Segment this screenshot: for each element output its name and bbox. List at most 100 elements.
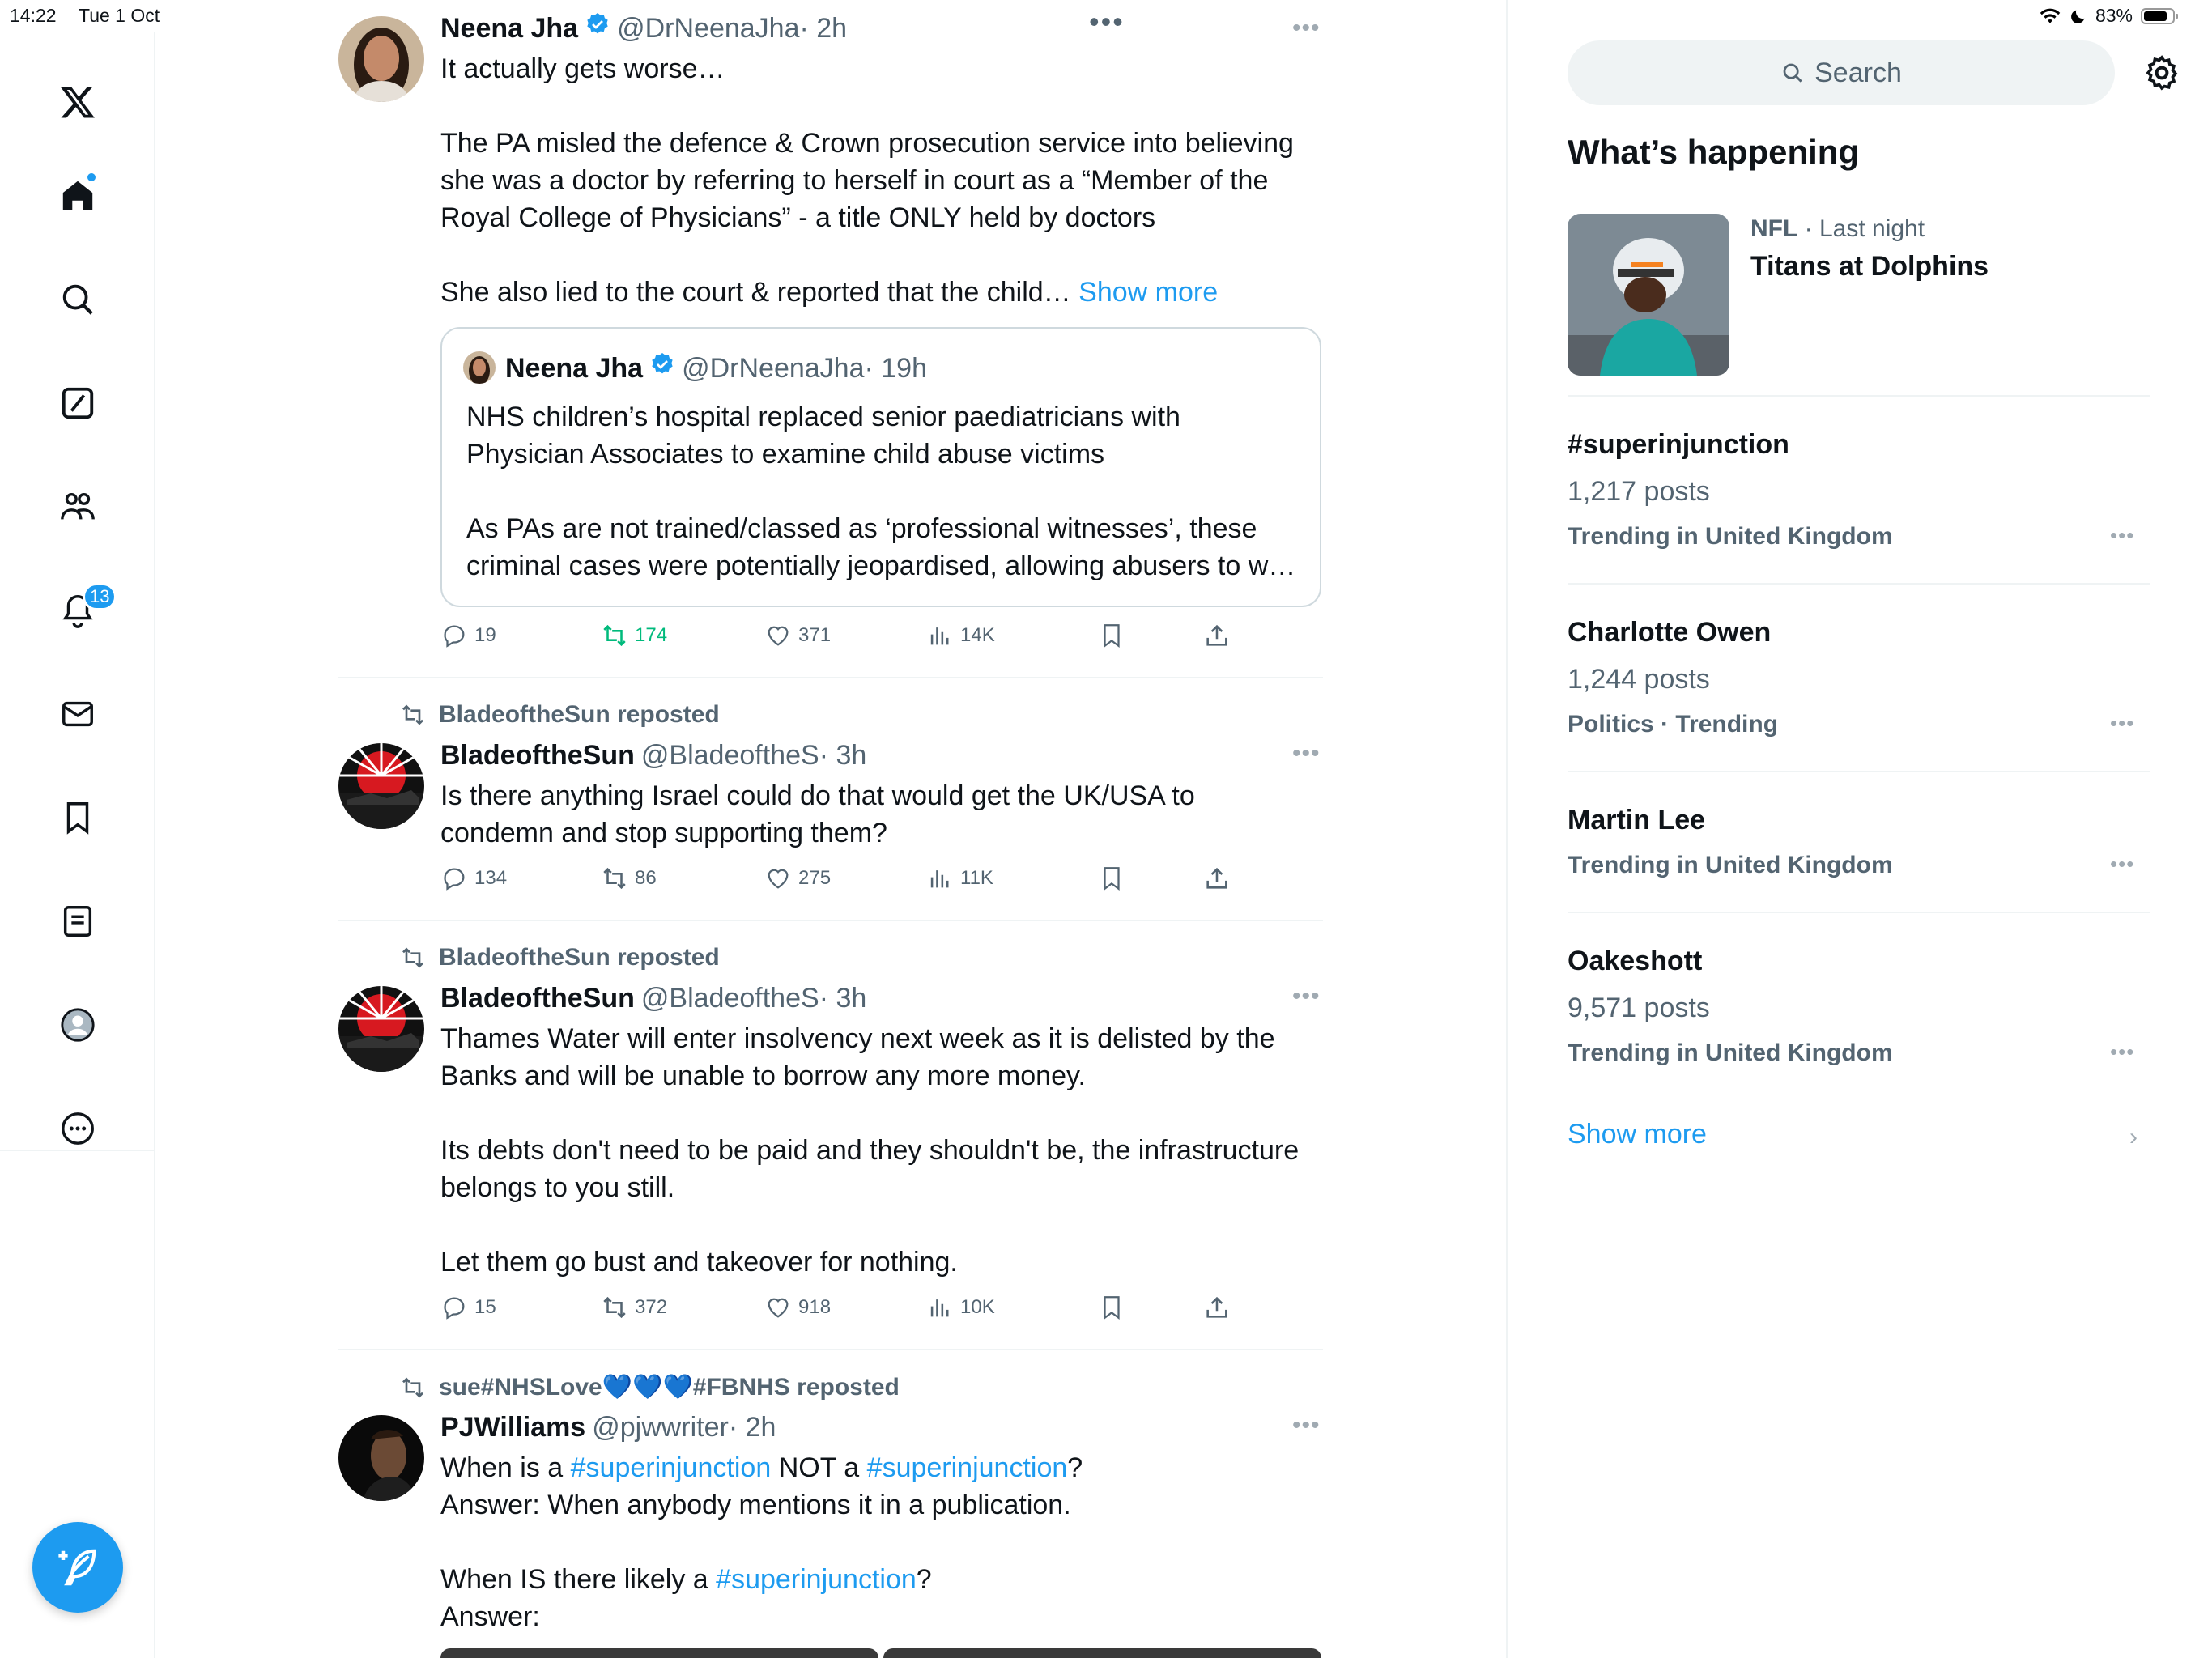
views-button[interactable]: 10K: [926, 1294, 995, 1321]
trend-context: Trending in United Kingdom: [1568, 523, 1893, 550]
tweet-time[interactable]: · 2h: [729, 1412, 776, 1443]
trend-more-icon[interactable]: •••: [2110, 852, 2134, 877]
avatar[interactable]: [338, 986, 424, 1072]
show-more-link[interactable]: Show more: [1078, 277, 1218, 308]
trend-context: Politics · Trending: [1568, 711, 1779, 738]
profile-avatar-icon[interactable]: [49, 996, 107, 1054]
author-name[interactable]: PJWilliams: [440, 1412, 585, 1443]
status-date: Tue 1 Oct: [79, 5, 160, 26]
trend-more-icon[interactable]: •••: [2110, 1039, 2134, 1065]
featured-when: · Last night: [1797, 215, 1925, 242]
like-button[interactable]: 371: [764, 622, 831, 649]
media-image[interactable]: [440, 1648, 878, 1658]
trend-title[interactable]: Oakeshott: [1568, 946, 1702, 977]
search-icon[interactable]: [49, 270, 107, 329]
view-count: 11K: [960, 867, 993, 889]
repost-context[interactable]: BladeoftheSun reposted: [400, 701, 720, 729]
repost-icon: [402, 704, 423, 725]
communities-icon[interactable]: [49, 478, 107, 536]
settings-gear-icon[interactable]: [2142, 53, 2181, 92]
repost-count: 86: [635, 867, 657, 889]
quoted-tweet[interactable]: Neena Jha @DrNeenaJha · 19h NHS children…: [440, 327, 1321, 607]
grok-icon[interactable]: [49, 374, 107, 432]
bookmark-button[interactable]: [1098, 865, 1125, 892]
avatar[interactable]: [338, 1415, 424, 1501]
tweet-media[interactable]: [440, 1648, 1321, 1658]
reply-button[interactable]: 15: [440, 1294, 496, 1321]
trend-divider: [1568, 583, 2150, 585]
featured-trend-image[interactable]: [1568, 214, 1729, 376]
show-more-link[interactable]: Show more: [1568, 1119, 1707, 1150]
bookmark-button[interactable]: [1098, 1294, 1125, 1321]
tweet-more-icon[interactable]: •••: [1292, 983, 1321, 1010]
share-button[interactable]: [1203, 1294, 1231, 1321]
trend-title[interactable]: Martin Lee: [1568, 805, 1705, 836]
media-image[interactable]: [883, 1648, 1321, 1658]
trend-post-count: 1,244 posts: [1568, 664, 1710, 695]
author-name[interactable]: BladeoftheSun: [440, 983, 635, 1014]
tweet-time[interactable]: · 3h: [819, 983, 867, 1014]
heart-icon: [768, 1298, 789, 1318]
bookmark-button[interactable]: [1098, 622, 1125, 649]
quote-text: NHS children’s hospital replaced senior …: [466, 402, 1296, 581]
chevron-right-icon[interactable]: ›: [2129, 1124, 2138, 1151]
reply-button[interactable]: 19: [440, 622, 496, 649]
views-icon: [930, 870, 949, 888]
tweet-time[interactable]: · 3h: [819, 740, 867, 772]
tweet-more-icon[interactable]: •••: [1292, 15, 1321, 42]
author-handle[interactable]: @BladeoftheS: [641, 740, 819, 772]
repost-icon: [603, 624, 626, 647]
search-input[interactable]: Search: [1568, 40, 2115, 105]
featured-trend-title[interactable]: Titans at Dolphins: [1750, 251, 1989, 283]
bookmark-icon: [1104, 624, 1120, 648]
text-segment: ?: [916, 1564, 932, 1595]
trend-more-icon[interactable]: •••: [2110, 523, 2134, 548]
bookmarks-icon[interactable]: [49, 789, 107, 847]
repost-button[interactable]: 174: [601, 622, 667, 649]
verified-badge-icon: [587, 13, 608, 34]
hashtag-link[interactable]: #superinjunction: [571, 1452, 772, 1483]
repost-count: 174: [635, 624, 668, 646]
like-button[interactable]: 275: [764, 865, 831, 892]
author-name[interactable]: Neena Jha: [440, 13, 578, 45]
like-count: 275: [798, 867, 832, 889]
tweet-more-icon[interactable]: •••: [1292, 740, 1321, 767]
views-icon: [930, 627, 949, 645]
like-button[interactable]: 918: [764, 1294, 831, 1321]
views-button[interactable]: 14K: [926, 622, 995, 649]
trend-more-icon[interactable]: •••: [2110, 711, 2134, 736]
avatar[interactable]: [338, 743, 424, 829]
avatar[interactable]: [338, 16, 424, 102]
tweet-actions: 134 86 275 11K: [440, 865, 1250, 897]
views-button[interactable]: 11K: [926, 865, 993, 892]
tweet-time[interactable]: · 2h: [800, 13, 848, 45]
repost-context[interactable]: sue#NHSLove💙💙💙#FBNHS reposted: [400, 1373, 900, 1401]
reposted-by: BladeoftheSun reposted: [439, 944, 720, 971]
x-logo-icon[interactable]: [49, 73, 107, 131]
notifications-badge: 13: [83, 583, 117, 610]
author-name[interactable]: BladeoftheSun: [440, 740, 635, 772]
messages-icon[interactable]: [49, 685, 107, 743]
repost-button[interactable]: 86: [601, 865, 657, 892]
home-icon[interactable]: [49, 167, 107, 225]
tweet-more-icon[interactable]: •••: [1292, 1412, 1321, 1439]
hashtag-link[interactable]: #superinjunction: [867, 1452, 1068, 1483]
share-button[interactable]: [1203, 622, 1231, 649]
text-segment: ?: [1067, 1452, 1083, 1483]
notifications-icon[interactable]: 13: [49, 581, 117, 640]
author-handle[interactable]: @DrNeenaJha: [617, 13, 799, 45]
repost-icon: [603, 867, 626, 890]
text-segment: NOT a: [771, 1452, 867, 1483]
trend-title[interactable]: #superinjunction: [1568, 429, 1789, 461]
author-handle[interactable]: @pjwwriter: [592, 1412, 729, 1443]
repost-context[interactable]: BladeoftheSun reposted: [400, 944, 720, 971]
repost-button[interactable]: 372: [601, 1294, 667, 1321]
tweet-body: It actually gets worse… The PA misled th…: [440, 53, 1294, 308]
compose-post-button[interactable]: [32, 1522, 123, 1613]
author-handle[interactable]: @BladeoftheS: [641, 983, 819, 1014]
share-button[interactable]: [1203, 865, 1231, 892]
trend-title[interactable]: Charlotte Owen: [1568, 617, 1771, 648]
lists-icon[interactable]: [49, 892, 107, 950]
hashtag-link[interactable]: #superinjunction: [716, 1564, 917, 1595]
reply-button[interactable]: 134: [440, 865, 507, 892]
